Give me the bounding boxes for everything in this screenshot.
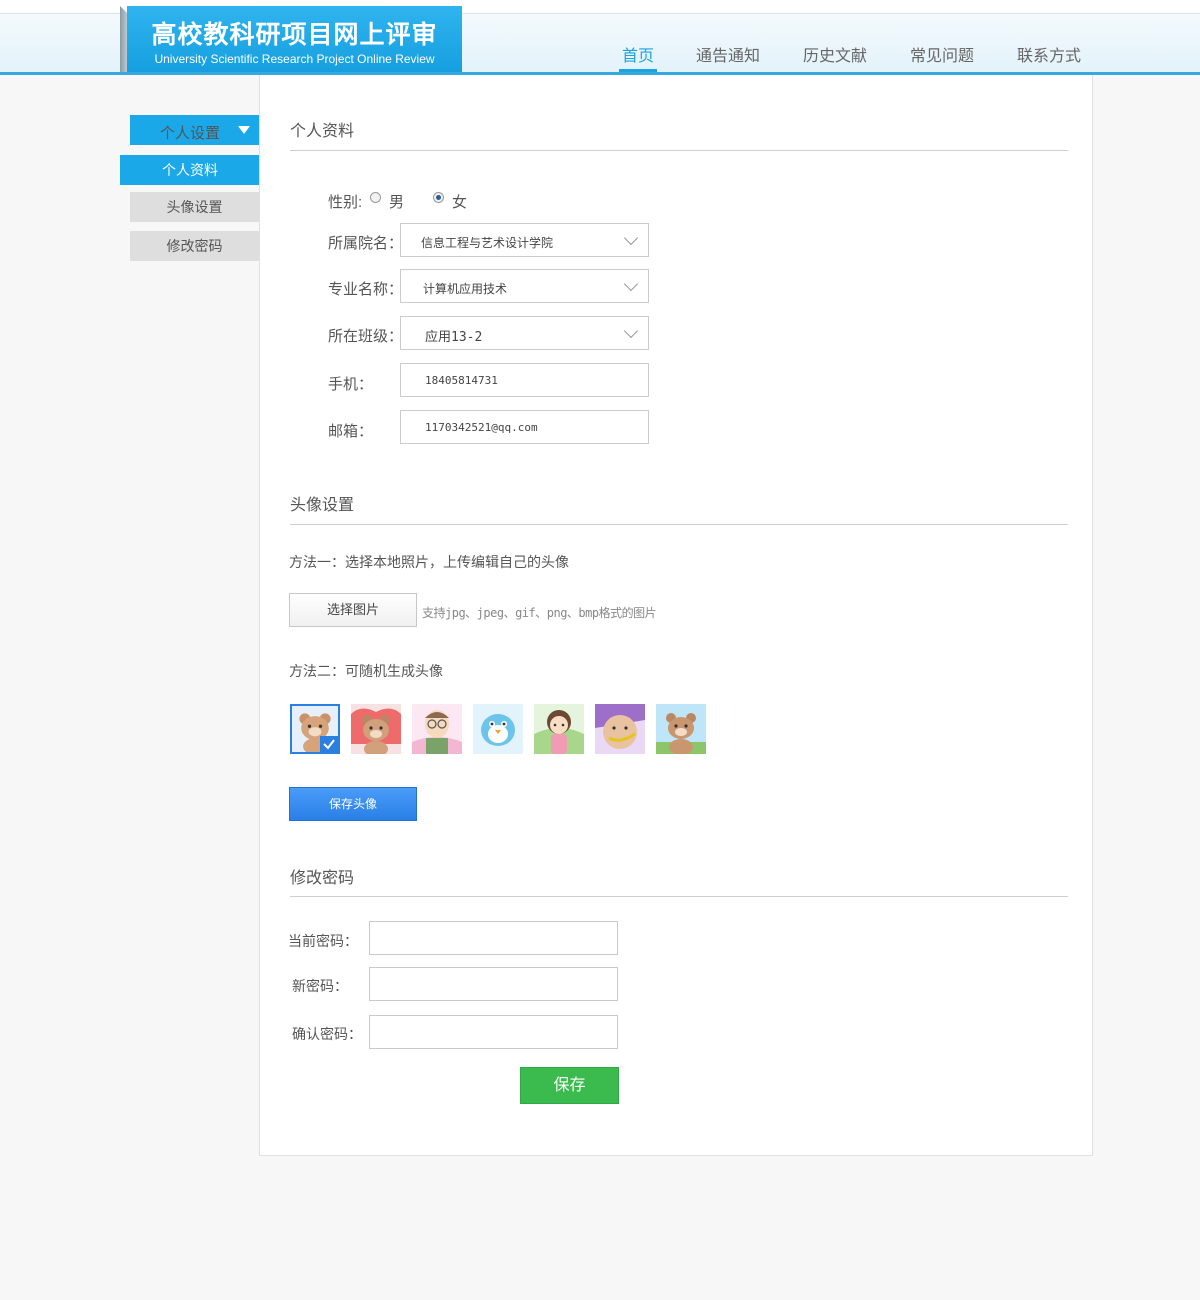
- nav-history[interactable]: 历史文献: [803, 42, 867, 72]
- bear-outdoor-avatar-icon: [656, 704, 706, 754]
- choose-image-button[interactable]: 选择图片: [289, 593, 417, 627]
- email-label: 邮箱：: [328, 423, 374, 440]
- avatar-option-blue-bird[interactable]: [473, 704, 523, 754]
- upload-format-hint: 支持jpg、jpeg、gif、png、bmp格式的图片: [422, 606, 657, 620]
- caret-down-icon: [238, 126, 250, 134]
- phone-input-value: 18405814731: [425, 374, 498, 387]
- avatar-section-title: 头像设置: [290, 497, 355, 514]
- sidebar-header-personal-settings[interactable]: 个人设置: [130, 115, 270, 145]
- site-logo[interactable]: 高校教科研项目网上评审 University Scientific Resear…: [127, 6, 462, 72]
- site-subtitle: University Scientific Research Project O…: [154, 52, 435, 66]
- nav-faq[interactable]: 常见问题: [910, 42, 974, 72]
- avatar-option-glasses-boy[interactable]: [412, 704, 462, 754]
- confirm-password-label: 确认密码：: [292, 1026, 362, 1042]
- profile-section-divider: [290, 150, 1068, 151]
- sidebar-header-label: 个人设置: [160, 125, 221, 142]
- girl-avatar-icon: [534, 704, 584, 754]
- site-title: 高校教科研项目网上评审: [151, 21, 438, 49]
- gender-female-radio[interactable]: [433, 192, 444, 203]
- blue-bird-avatar-icon: [473, 704, 523, 754]
- email-input[interactable]: 1170342521@qq.com: [400, 410, 649, 444]
- email-input-value: 1170342521@qq.com: [425, 421, 538, 434]
- major-select[interactable]: 计算机应用技术: [400, 269, 649, 303]
- new-password-input[interactable]: [369, 967, 618, 1001]
- major-label: 专业名称：: [328, 281, 404, 298]
- avatar-option-round-boy[interactable]: [595, 704, 645, 754]
- class-select-value: 应用13-2: [425, 330, 483, 345]
- college-select[interactable]: 信息工程与艺术设计学院: [400, 223, 649, 257]
- sidebar-item-password[interactable]: 修改密码: [130, 231, 259, 261]
- avatar-method-two: 方法二：可随机生成头像: [289, 663, 443, 679]
- avatar-option-bear-heart[interactable]: [351, 704, 401, 754]
- nav-home[interactable]: 首页: [618, 42, 658, 72]
- nav-notices[interactable]: 通告通知: [696, 42, 760, 72]
- round-boy-avatar-icon: [595, 704, 645, 754]
- avatar-method-one: 方法一：选择本地照片，上传编辑自己的头像: [289, 554, 569, 570]
- gender-male-label[interactable]: 男: [389, 191, 404, 212]
- phone-label: 手机：: [328, 376, 374, 393]
- avatar-option-girl[interactable]: [534, 704, 584, 754]
- gender-label: 性别:: [328, 194, 363, 211]
- current-password-input[interactable]: [369, 921, 618, 955]
- save-avatar-button[interactable]: 保存头像: [289, 787, 417, 821]
- phone-input[interactable]: 18405814731: [400, 363, 649, 397]
- profile-section-title: 个人资料: [290, 123, 355, 140]
- chevron-down-icon: [623, 323, 639, 339]
- college-select-value: 信息工程与艺术设计学院: [421, 236, 554, 250]
- new-password-label: 新密码：: [292, 978, 348, 994]
- bear-heart-avatar-icon: [351, 704, 401, 754]
- confirm-password-input[interactable]: [369, 1015, 618, 1049]
- avatar-option-bear[interactable]: [290, 704, 340, 754]
- glasses-boy-avatar-icon: [412, 704, 462, 754]
- class-label: 所在班级：: [328, 328, 404, 345]
- avatar-section-divider: [290, 524, 1068, 525]
- current-password-label: 当前密码：: [288, 933, 358, 949]
- sidebar-item-avatar[interactable]: 头像设置: [130, 192, 259, 222]
- password-section-title: 修改密码: [290, 870, 355, 887]
- gender-male-radio[interactable]: [370, 192, 381, 203]
- college-label: 所属院名：: [328, 235, 404, 252]
- password-section-divider: [290, 896, 1068, 897]
- chevron-down-icon: [623, 276, 639, 292]
- class-select[interactable]: 应用13-2: [400, 316, 649, 350]
- chevron-down-icon: [623, 230, 639, 246]
- sidebar-item-profile[interactable]: 个人资料: [120, 155, 260, 185]
- gender-female-label[interactable]: 女: [452, 191, 467, 212]
- major-select-value: 计算机应用技术: [423, 282, 508, 296]
- selected-check-icon: [320, 736, 338, 752]
- save-password-button[interactable]: 保存: [520, 1067, 619, 1104]
- nav-contact[interactable]: 联系方式: [1017, 42, 1081, 72]
- avatar-option-bear-outdoor[interactable]: [656, 704, 706, 754]
